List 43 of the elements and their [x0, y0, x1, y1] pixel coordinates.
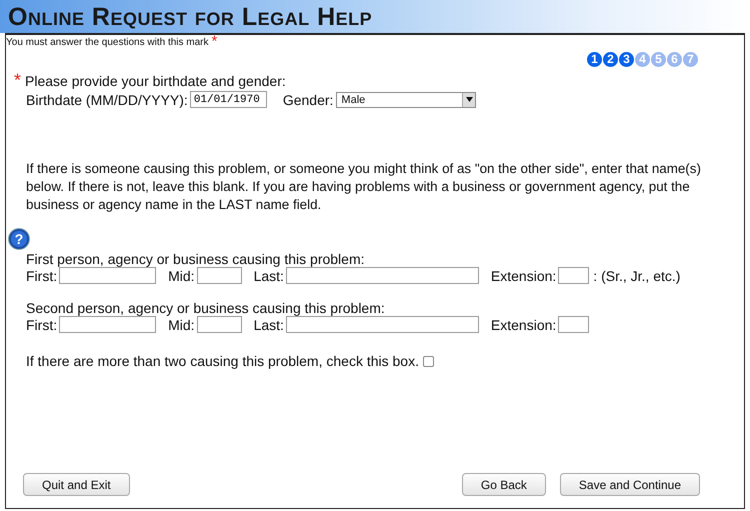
first-name-field[interactable]	[59, 267, 156, 284]
instructions-text: If there is someone causing this problem, or someone you might think of as "on the other side", enter that name(s) below. If there is not, leave this blank. If you are having problems with a business or government agency, put the business or agency name in the LAST name field.	[25, 160, 702, 214]
gender-dropdown[interactable]: Male	[336, 92, 476, 108]
exit-button[interactable]: Quit and Exit	[23, 473, 130, 496]
checkbox-label: If there are more than two causing this problem, check this box.	[26, 353, 419, 369]
checkbox[interactable]	[422, 356, 434, 366]
section-heading: Second person, agency or business causing this problem:	[25, 300, 386, 316]
nav-button[interactable]: Go Back	[462, 473, 546, 496]
middle-name-field[interactable]	[196, 316, 242, 333]
step-indicator: 2	[603, 52, 618, 67]
field-label: Birthdate (MM/DD/YYYY):	[26, 92, 188, 108]
nav-button[interactable]: Save and Continue	[560, 473, 700, 496]
section-heading: First person, agency or business causing this problem:	[25, 251, 366, 267]
field-label: Mid:	[168, 316, 195, 332]
step-indicator: 1	[587, 52, 602, 67]
step-indicator: 3	[619, 52, 634, 67]
last-name-field[interactable]	[286, 316, 479, 333]
field-label: First:	[26, 316, 58, 332]
question-text: Please provide your birthdate and gender:	[25, 73, 286, 89]
first-name-field[interactable]	[59, 316, 156, 333]
field-label: Last:	[254, 316, 284, 332]
field-label: Extension:	[490, 316, 556, 332]
extension-field[interactable]	[558, 267, 590, 284]
help-icon[interactable]: ?	[8, 228, 30, 250]
field-label: Mid:	[168, 268, 195, 284]
field-label: Last:	[254, 268, 284, 284]
required-mark: *	[212, 37, 218, 47]
field-label: First:	[26, 268, 58, 284]
extension-field[interactable]	[558, 316, 590, 333]
step-indicator: 4	[635, 52, 650, 67]
field-label: Extension:	[490, 268, 556, 284]
middle-name-field[interactable]	[196, 267, 242, 284]
required-note: You must answer the questions with this mark	[6, 37, 209, 48]
step-indicator: 5	[651, 52, 666, 67]
step-indicator: 7	[683, 52, 698, 67]
required-mark: *	[14, 73, 22, 87]
hint-text: : (Sr., Jr., etc.)	[593, 268, 680, 284]
field-label: Gender:	[282, 92, 334, 108]
page-title: Online Request for Legal Help	[8, 2, 372, 32]
dropdown-arrow-icon	[466, 97, 473, 102]
step-indicator: 6	[667, 52, 682, 67]
last-name-field[interactable]	[286, 267, 479, 284]
birthdate-field[interactable]: 01/01/1970	[190, 91, 267, 108]
